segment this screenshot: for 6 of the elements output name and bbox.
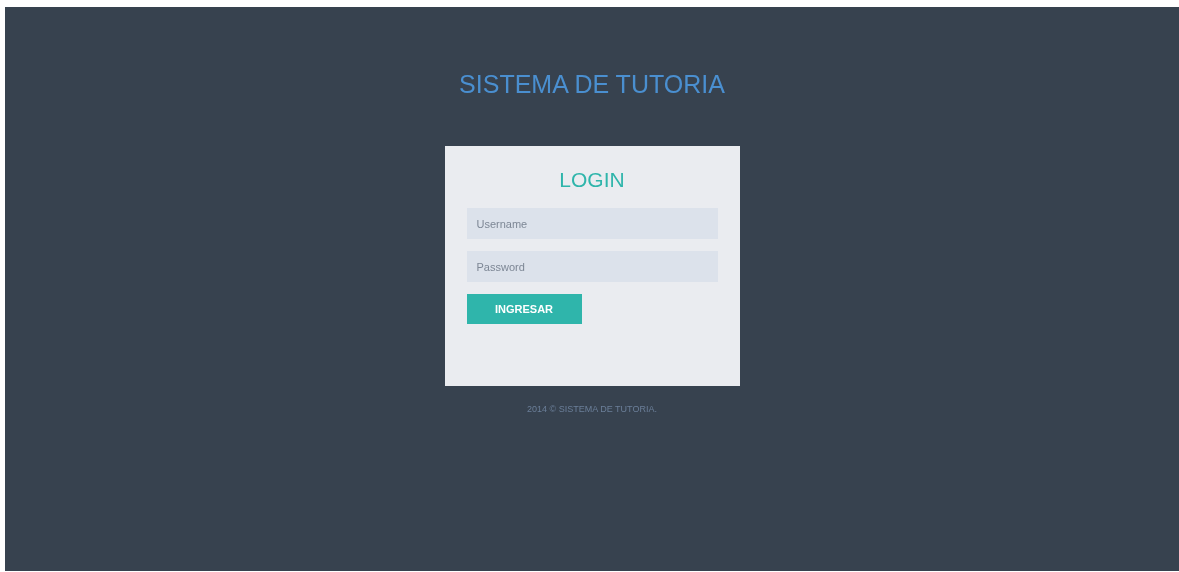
footer-text: 2014 © SISTEMA DE TUTORIA.: [527, 403, 657, 416]
input-field[interactable]: Password: [466, 251, 718, 282]
page-title: SISTEMA DE TUTORIA: [459, 69, 725, 99]
login-button[interactable]: INGRESAR: [466, 294, 582, 324]
login-title: LOGIN: [559, 167, 625, 193]
input-field[interactable]: Username: [466, 208, 718, 239]
